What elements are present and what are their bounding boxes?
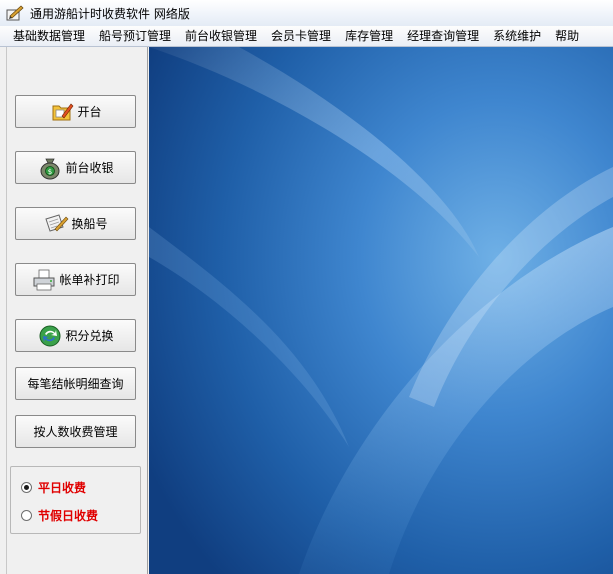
points-exchange-button[interactable]: 积分兑换 [15, 319, 136, 352]
desktop-background [149, 47, 613, 574]
weekday-rate-radio[interactable]: 平日收费 [21, 479, 86, 496]
menu-front-cashier[interactable]: 前台收银管理 [178, 26, 264, 47]
reprint-bill-label: 帐单补打印 [59, 273, 120, 287]
menu-basic-data[interactable]: 基础数据管理 [6, 26, 92, 47]
points-exchange-label: 积分兑换 [65, 329, 114, 343]
menu-system-maintenance[interactable]: 系统维护 [486, 26, 548, 47]
holiday-rate-radio-dot[interactable] [21, 510, 32, 521]
printer-icon [31, 267, 57, 293]
per-person-fee-button[interactable]: 按人数收费管理 [15, 415, 136, 448]
open-table-button[interactable]: 开台 [15, 95, 136, 128]
menu-help[interactable]: 帮助 [548, 26, 586, 47]
weekday-rate-radio-dot[interactable] [21, 482, 32, 493]
scroll-pen-icon [43, 211, 69, 237]
rate-type-group: 平日收费 节假日收费 [10, 466, 141, 534]
svg-text:$: $ [48, 168, 52, 176]
menu-inventory[interactable]: 库存管理 [338, 26, 400, 47]
sidebar-divider [6, 47, 7, 574]
per-person-fee-label: 按人数收费管理 [33, 425, 118, 439]
desktop-wallpaper [149, 47, 613, 574]
reprint-bill-button[interactable]: 帐单补打印 [15, 263, 136, 296]
change-boat-label: 换船号 [71, 217, 108, 231]
holiday-rate-label: 节假日收费 [38, 509, 99, 523]
window-title: 通用游船计时收费软件 网络版 [30, 6, 190, 21]
front-cashier-label: 前台收银 [65, 161, 114, 175]
menu-manager-query[interactable]: 经理查询管理 [400, 26, 486, 47]
app-logo-icon [6, 4, 24, 22]
sidebar: 开台 $ 前台收银 换船号 帐单补打印 积分兑换 每笔结帐明细查询 按人数收费管… [0, 47, 148, 574]
menu-member-card[interactable]: 会员卡管理 [264, 26, 338, 47]
front-cashier-button[interactable]: $ 前台收银 [15, 151, 136, 184]
exchange-icon [37, 323, 63, 349]
menu-bar: 基础数据管理 船号预订管理 前台收银管理 会员卡管理 库存管理 经理查询管理 系… [0, 26, 613, 47]
bill-detail-query-button[interactable]: 每笔结帐明细查询 [15, 367, 136, 400]
weekday-rate-label: 平日收费 [38, 481, 87, 495]
menu-boat-booking[interactable]: 船号预订管理 [92, 26, 178, 47]
title-bar: 通用游船计时收费软件 网络版 [0, 0, 613, 26]
holiday-rate-radio[interactable]: 节假日收费 [21, 507, 98, 524]
bill-detail-query-label: 每笔结帐明细查询 [27, 377, 124, 391]
open-table-label: 开台 [77, 105, 102, 119]
money-bag-icon: $ [37, 155, 63, 181]
change-boat-button[interactable]: 换船号 [15, 207, 136, 240]
folder-edit-icon [49, 99, 75, 125]
